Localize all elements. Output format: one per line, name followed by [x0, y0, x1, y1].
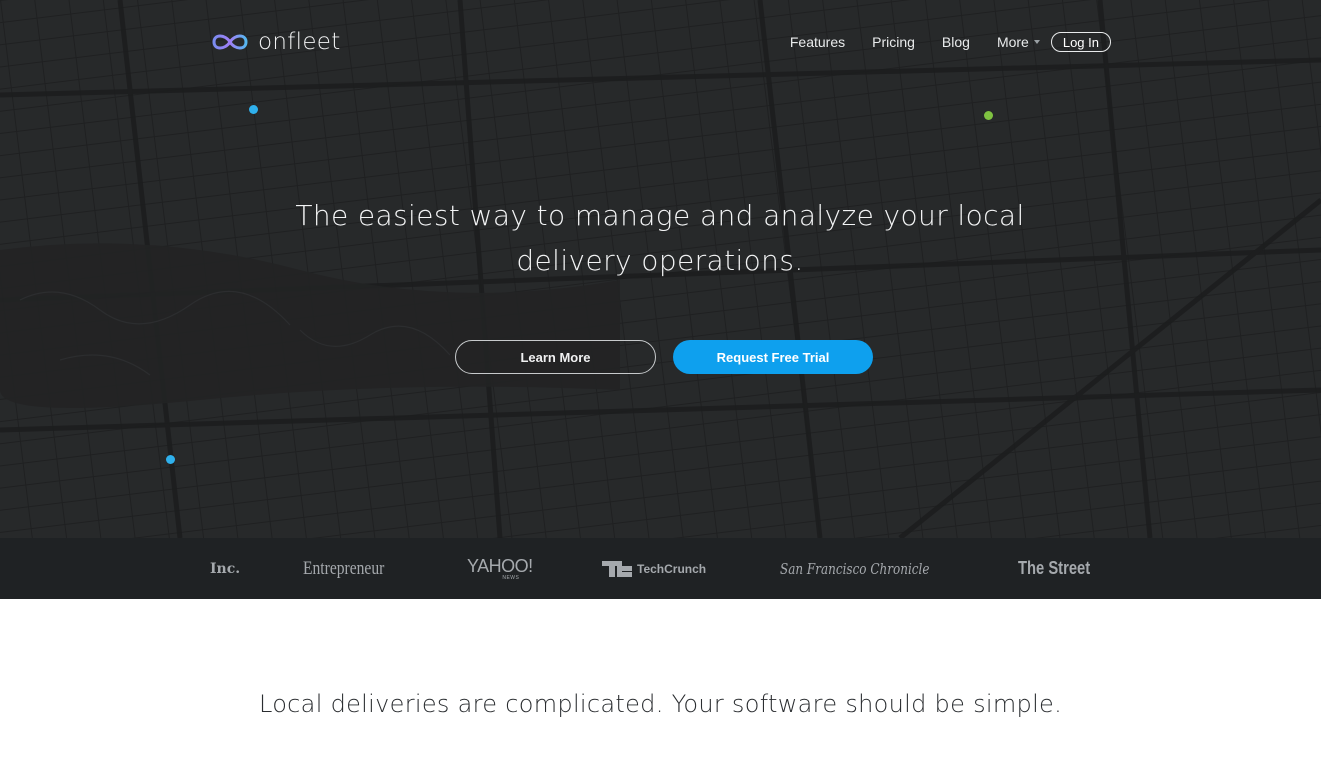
techcrunch-wordmark: TechCrunch	[637, 561, 707, 576]
nav-more-dropdown[interactable]: More	[997, 34, 1040, 50]
hero-section: onfleet Features Pricing Blog More Log I…	[0, 0, 1321, 538]
press-logo-entrepreneur: Entrepreneur	[303, 557, 385, 579]
chevron-down-icon	[1033, 40, 1040, 44]
learn-more-button[interactable]: Learn More	[455, 340, 656, 374]
nav-link-features[interactable]: Features	[790, 34, 845, 50]
request-free-trial-button[interactable]: Request Free Trial	[673, 340, 873, 374]
hero-cta-row: Learn More Request Free Trial	[455, 340, 873, 374]
top-navigation: onfleet Features Pricing Blog More Log I…	[0, 0, 1321, 84]
onfleet-logo[interactable]: onfleet	[210, 27, 341, 57]
onfleet-logo-icon	[212, 34, 248, 50]
login-button[interactable]: Log In	[1050, 32, 1111, 52]
techcrunch-logo-icon	[602, 560, 632, 577]
press-logo-sf-chronicle: San Francisco Chronicle	[780, 559, 930, 578]
nav-link-pricing[interactable]: Pricing	[872, 34, 915, 50]
logo-wordmark: onfleet	[258, 29, 341, 55]
press-logo-yahoo-news: YAHOO! NEWS	[467, 538, 533, 599]
hero-headline: The easiest way to manage and analyze yo…	[295, 199, 1025, 277]
nav-link-blog[interactable]: Blog	[942, 34, 970, 50]
section-tagline: Local deliveries are complicated. Your s…	[258, 690, 1063, 718]
press-logo-the-street: The Street	[1018, 558, 1091, 578]
map-dot-blue	[249, 105, 258, 114]
map-dot-blue	[166, 455, 175, 464]
press-logo-techcrunch: TechCrunch	[602, 538, 706, 599]
map-dot-green	[984, 111, 993, 120]
nav-more-label: More	[996, 34, 1029, 50]
nav-links: Features Pricing Blog More Log In	[790, 31, 1111, 53]
press-logo-inc: Inc.	[210, 560, 241, 577]
yahoo-news-label: NEWS	[502, 574, 520, 581]
press-logos-bar: Inc. Entrepreneur YAHOO! NEWS TechCrunch…	[0, 538, 1321, 599]
yahoo-wordmark: YAHOO!	[467, 555, 533, 576]
